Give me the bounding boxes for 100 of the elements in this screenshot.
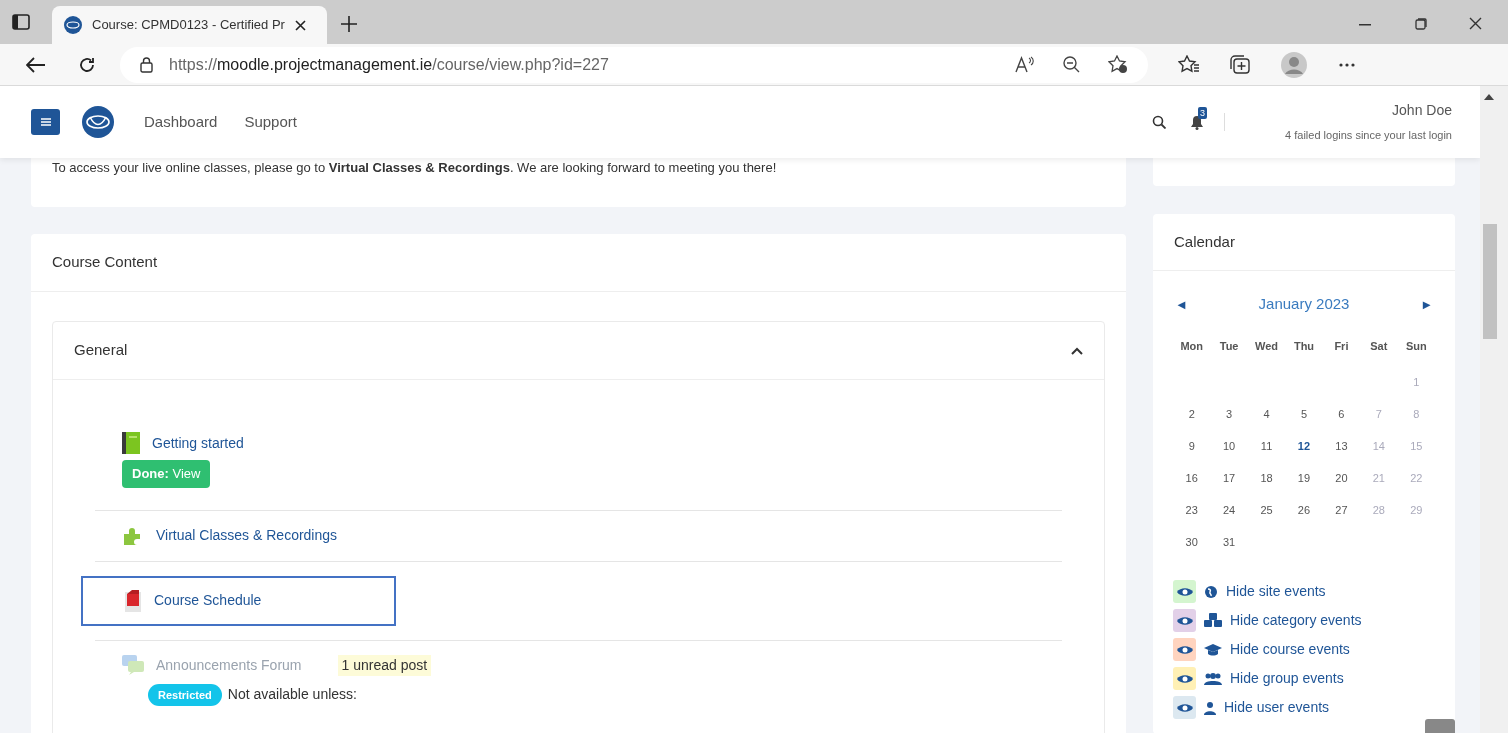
scrollbar[interactable] [1480,86,1508,733]
address-bar[interactable]: https://moodle.projectmanagement.ie/course/view.php?id=227 [120,46,1148,83]
search-icon[interactable] [1152,115,1167,129]
star-plus-icon[interactable] [1108,55,1128,74]
zoom-out-icon[interactable] [1063,56,1080,73]
calendar-day[interactable]: 20 [1322,469,1361,487]
notification-badge: 3 [1198,106,1208,119]
restriction-text: Not available unless: [227,685,357,705]
calendar-day[interactable]: 30 [1173,533,1211,551]
calendar-day[interactable]: 12 [1285,437,1323,455]
hide-events-link[interactable]: Hide category events [1230,610,1362,631]
calendar-day[interactable]: 31 [1210,533,1248,551]
user-name[interactable]: John Doe [1392,100,1452,122]
graduation-cap-icon [1204,642,1222,657]
menu-icon [40,118,51,126]
collections-icon[interactable] [1230,54,1251,75]
eye-icon [1176,615,1193,626]
back-arrow-icon[interactable] [26,56,46,73]
calendar-day[interactable]: 27 [1322,501,1361,519]
chat-bubbles-icon [122,655,144,675]
failed-logins-note: 4 failed logins since your last login [1285,128,1452,144]
url-text: https://moodle.projectmanagement.ie/course/view.php?id=227 [169,54,609,75]
nav-link[interactable]: Dashboard [144,110,218,134]
weekday-label: Fri [1333,338,1350,354]
read-aloud-icon[interactable] [1015,56,1035,73]
hide-events-link[interactable]: Hide site events [1226,581,1326,602]
calendar-day[interactable]: 5 [1285,405,1323,423]
minimize-icon[interactable] [1359,24,1371,26]
event-type-swatch[interactable] [1173,667,1196,690]
calendar-day[interactable]: 23 [1173,501,1211,519]
calendar-day[interactable]: 9 [1173,437,1211,455]
site-logo-icon[interactable] [82,106,114,138]
eye-icon [1176,586,1193,597]
pdf-file-icon [124,589,142,612]
tab-title: Course: CPMD0123 - Certified Pr [92,16,285,35]
close-icon[interactable] [294,19,306,31]
cubes-icon [1204,613,1222,628]
eye-icon [1176,673,1193,684]
hide-events-link[interactable]: Hide course events [1230,639,1350,660]
book-icon [122,432,140,454]
next-month-link[interactable]: ► [1420,294,1433,314]
event-type-swatch[interactable] [1173,638,1196,661]
globe-icon [1204,584,1218,599]
profile-avatar-icon[interactable] [1281,51,1307,78]
nav-link[interactable]: Support [244,110,297,134]
close-icon[interactable] [1469,17,1482,30]
weekday-label: Mon [1179,338,1204,354]
calendar-day[interactable]: 17 [1210,469,1248,487]
card-title: Calendar [1174,231,1235,252]
previous-month-link[interactable]: ◄ [1175,294,1188,314]
more-icon[interactable] [1339,62,1355,67]
eye-icon [1176,702,1193,713]
menu-button[interactable] [31,109,60,135]
unread-posts-label[interactable]: 1 unread post [337,654,432,676]
bell-icon[interactable] [1190,114,1205,130]
users-icon [1204,671,1222,686]
restore-icon[interactable] [1415,18,1427,30]
new-tab-icon[interactable] [341,16,357,32]
month-title: January 2023 [1258,294,1350,314]
event-type-swatch[interactable] [1173,580,1196,603]
chevron-up-icon[interactable] [1071,346,1083,355]
calendar-day[interactable]: 16 [1173,469,1211,487]
activity-link[interactable]: Virtual Classes & Recordings [156,525,338,546]
weekday-label: Wed [1254,338,1280,354]
tab-actions-icon[interactable] [12,14,30,30]
restricted-badge: Restricted [148,683,222,706]
calendar-day[interactable]: 19 [1285,469,1323,487]
activity-link[interactable]: Course Schedule [154,590,262,611]
eye-icon [1176,644,1193,655]
site-logo-icon [64,16,82,34]
weekday-label: Sun [1404,338,1428,354]
hide-events-link[interactable]: Hide user events [1224,697,1330,718]
notice-text: To access your live online classes, please go to Virtual Classes & Recordings. We are looking forward to meeting you there! [52,158,777,177]
card-title: Course Content [52,252,158,273]
calendar-day[interactable]: 3 [1210,405,1248,423]
browser-tab[interactable]: Course: CPMD0123 - Certified Pr [52,6,327,44]
calendar-day[interactable]: 4 [1247,405,1286,423]
calendar-day[interactable]: 10 [1210,437,1248,455]
calendar-day[interactable]: 13 [1322,437,1361,455]
user-icon [1204,700,1216,715]
favorites-icon[interactable] [1178,55,1200,74]
scrollbar-thumb[interactable] [1483,224,1497,339]
weekday-label: Tue [1218,338,1240,354]
calendar-day[interactable]: 26 [1285,501,1323,519]
calendar-day[interactable]: 2 [1173,405,1211,423]
calendar-day[interactable]: 11 [1247,437,1286,455]
calendar-day[interactable]: 24 [1210,501,1248,519]
scroll-up-arrow-icon[interactable] [1484,94,1494,100]
weekday-label: Thu [1292,338,1316,354]
section-title: General [74,340,128,361]
event-type-swatch[interactable] [1173,696,1196,719]
lock-icon [140,56,153,73]
calendar-day[interactable]: 25 [1247,501,1286,519]
calendar-day[interactable]: 6 [1322,405,1361,423]
weekday-label: Sat [1369,338,1389,354]
refresh-icon[interactable] [78,55,96,74]
calendar-day[interactable]: 18 [1247,469,1286,487]
activity-link[interactable]: Getting started [152,432,244,454]
event-type-swatch[interactable] [1173,609,1196,632]
hide-events-link[interactable]: Hide group events [1230,668,1344,689]
